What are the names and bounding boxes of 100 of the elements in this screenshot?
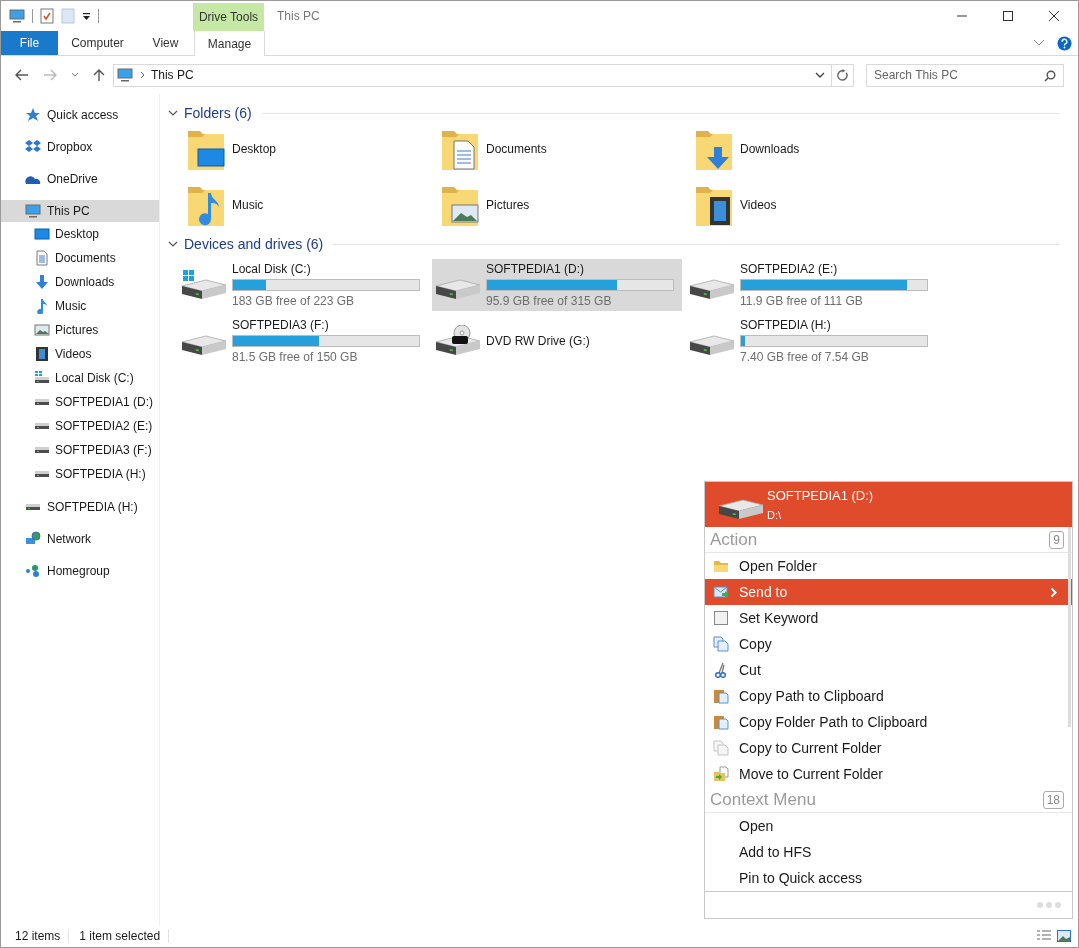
collapse-chevron-icon[interactable]: [168, 240, 178, 248]
drive-tile[interactable]: DVD RW Drive (G:): [432, 315, 682, 367]
drive-name: SOFTPEDIA1 (D:): [486, 262, 585, 276]
free-space-text: 95.9 GB free of 315 GB: [486, 294, 613, 308]
sidebar-item[interactable]: Homegroup: [1, 560, 159, 582]
sidebar-item[interactable]: SOFTPEDIA2 (E:): [1, 414, 159, 438]
sidebar-item[interactable]: Videos: [1, 342, 159, 366]
sidebar-item[interactable]: Quick access: [1, 104, 159, 126]
copy-icon: [713, 636, 729, 652]
breadcrumb-item[interactable]: This PC: [150, 68, 194, 82]
folder-name[interactable]: Music: [232, 198, 264, 212]
computer-icon: [115, 67, 134, 83]
free-space-text: 11.9 GB free of 111 GB: [740, 294, 864, 308]
diamonds-icon: [25, 139, 41, 155]
drive-tile[interactable]: SOFTPEDIA2 (E:) 11.9 GB free of 111 GB: [686, 259, 936, 311]
refresh-icon[interactable]: [836, 68, 849, 82]
breadcrumb-chevron-icon[interactable]: [139, 71, 145, 79]
menu-item[interactable]: Copy Path to Clipboard: [705, 683, 1072, 709]
close-icon[interactable]: [1048, 10, 1060, 22]
free-space-text: 183 GB free of 223 GB: [232, 294, 356, 308]
drive-tile[interactable]: SOFTPEDIA1 (D:) 95.9 GB free of 315 GB: [432, 259, 682, 311]
menu-item[interactable]: Cut: [705, 657, 1072, 683]
sidebar-item[interactable]: Pictures: [1, 318, 159, 342]
drive-icon: [25, 503, 41, 511]
computer-icon[interactable]: [9, 8, 25, 24]
help-icon[interactable]: [1057, 35, 1072, 51]
ribbon-tab[interactable]: File: [1, 31, 58, 55]
menu-item[interactable]: Pin to Quick access: [705, 865, 1072, 891]
drive-tile[interactable]: SOFTPEDIA3 (F:) 81.5 GB free of 150 GB: [178, 315, 428, 367]
drive-icon: [34, 446, 50, 454]
menu-item[interactable]: Copy Folder Path to Clipboard: [705, 709, 1072, 735]
menu-item[interactable]: Move to Current Folder: [705, 761, 1072, 787]
history-dropdown-icon[interactable]: [815, 71, 826, 79]
maximize-icon[interactable]: [1002, 10, 1014, 22]
down-arrow-icon: [34, 274, 50, 290]
folder-name[interactable]: Videos: [740, 198, 777, 212]
count-badge: 18: [1042, 790, 1064, 809]
section-title: Context Menu: [710, 789, 816, 810]
music-note-icon: [34, 298, 50, 314]
drive-icon: [34, 470, 50, 478]
scrollbar-thumb[interactable]: [1068, 527, 1071, 727]
menu-item[interactable]: Send to: [705, 579, 1072, 605]
envelope-icon: [713, 584, 729, 600]
monitor-icon: [25, 203, 41, 219]
windows-drive-icon: [34, 370, 50, 386]
sidebar-item[interactable]: This PC: [1, 200, 159, 222]
large-icons-view-icon[interactable]: [1056, 929, 1072, 943]
sidebar-item[interactable]: Network: [1, 528, 159, 550]
folder-name[interactable]: Downloads: [740, 142, 800, 156]
folder-name[interactable]: Documents: [486, 142, 547, 156]
address-field[interactable]: This PC: [112, 63, 833, 87]
menu-item[interactable]: Copy to Current Folder: [705, 735, 1072, 761]
refresh-button[interactable]: [832, 63, 854, 87]
more-dots-icon[interactable]: [1036, 901, 1062, 909]
desktop-icon: [34, 226, 50, 242]
search-field[interactable]: Search This PC: [866, 63, 1064, 87]
drive-name: SOFTPEDIA (H:): [740, 318, 832, 332]
menu-item[interactable]: Add to HFS: [705, 839, 1072, 865]
sidebar-item[interactable]: Dropbox: [1, 136, 159, 158]
sidebar-item[interactable]: SOFTPEDIA (H:): [1, 496, 159, 518]
drive-tile[interactable]: Local Disk (C:) 183 GB free of 223 GB: [178, 259, 428, 311]
expand-ribbon-icon[interactable]: [1033, 39, 1045, 47]
properties-icon[interactable]: [40, 8, 54, 24]
drive-tile[interactable]: SOFTPEDIA (H:) 7.40 GB free of 7.54 GB: [686, 315, 936, 367]
sidebar-item[interactable]: Local Disk (C:): [1, 366, 159, 390]
sidebar-item[interactable]: SOFTPEDIA1 (D:): [1, 390, 159, 414]
menu-item[interactable]: Copy: [705, 631, 1072, 657]
scissors-icon: [713, 662, 729, 678]
back-icon[interactable]: [15, 69, 29, 81]
clipboard-icon: [713, 688, 729, 704]
drive-name: SOFTPEDIA3 (F:): [232, 318, 330, 332]
drive-tools-label: Drive Tools: [193, 3, 264, 31]
up-icon[interactable]: [92, 68, 105, 82]
selection-count: 1 item selected: [79, 929, 162, 943]
copy-icon: [713, 740, 729, 756]
sidebar-item[interactable]: SOFTPEDIA (H:): [1, 462, 159, 486]
group-header[interactable]: Folders (6): [184, 105, 252, 121]
recent-dropdown-icon[interactable]: [70, 72, 79, 78]
sidebar-item[interactable]: Downloads: [1, 270, 159, 294]
sidebar-item[interactable]: Desktop: [1, 222, 159, 246]
collapse-chevron-icon[interactable]: [168, 109, 178, 117]
sidebar-item[interactable]: Music: [1, 294, 159, 318]
sidebar-item[interactable]: SOFTPEDIA3 (F:): [1, 438, 159, 462]
folder-name[interactable]: Pictures: [486, 198, 530, 212]
menu-item[interactable]: Open Folder: [705, 553, 1072, 579]
keyboard-key-icon: [713, 610, 729, 626]
sidebar-item[interactable]: OneDrive: [1, 168, 159, 190]
drive-icon: [34, 422, 50, 430]
dropdown-icon[interactable]: [82, 11, 91, 21]
sidebar-item[interactable]: Documents: [1, 246, 159, 270]
group-header[interactable]: Devices and drives (6): [184, 236, 324, 252]
document-icon: [34, 250, 50, 266]
ribbon-tab[interactable]: Manage: [194, 31, 265, 56]
menu-item[interactable]: Set Keyword: [705, 605, 1072, 631]
folder-move-icon: [713, 766, 729, 782]
search-icon[interactable]: [1044, 69, 1056, 82]
folder-name[interactable]: Desktop: [232, 142, 277, 156]
window-title: This PC: [276, 8, 320, 25]
drive-icon: [34, 398, 50, 406]
menu-item[interactable]: Open: [705, 813, 1072, 839]
